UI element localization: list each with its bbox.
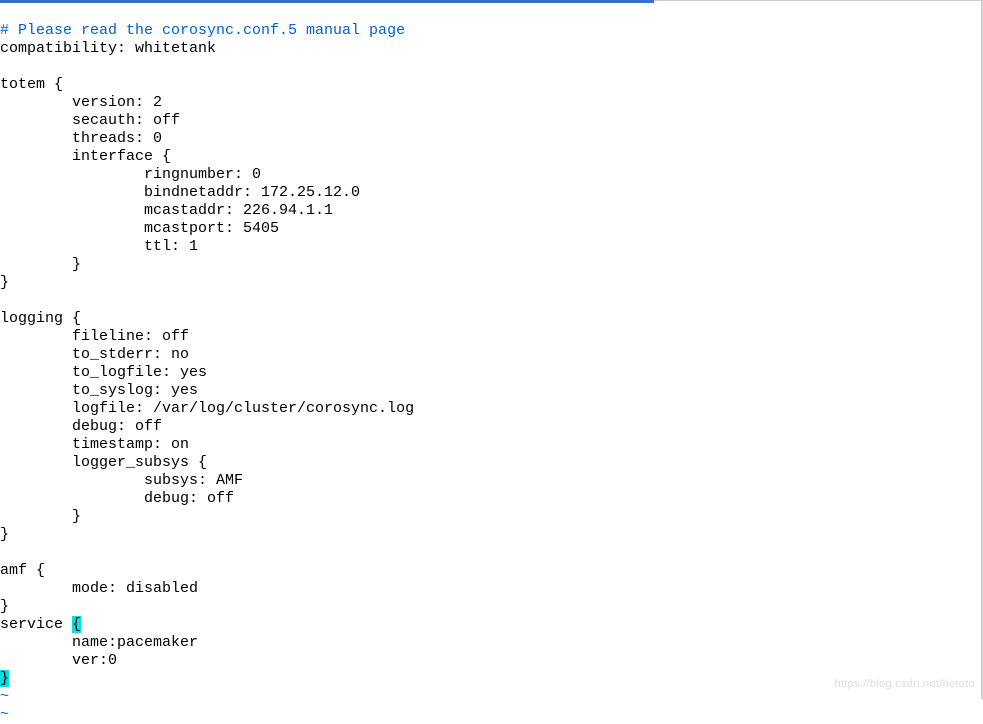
config-line: subsys: AMF: [0, 472, 243, 489]
config-line: }: [0, 508, 81, 525]
config-line: debug: off: [0, 490, 234, 507]
config-line: debug: off: [0, 418, 162, 435]
config-line: compatibility: whitetank: [0, 40, 216, 57]
progress-bar: [0, 0, 654, 3]
config-line: to_stderr: no: [0, 346, 189, 363]
progress-bar-track: [654, 0, 981, 1]
config-line: ringnumber: 0: [0, 166, 261, 183]
service-prefix: service: [0, 616, 72, 633]
config-line: amf {: [0, 562, 45, 579]
highlighted-brace: {: [72, 616, 81, 633]
config-line: }: [0, 256, 81, 273]
config-line: to_logfile: yes: [0, 364, 207, 381]
vim-tilde: ~: [0, 688, 9, 705]
editor-content[interactable]: # Please read the corosync.conf.5 manual…: [0, 0, 983, 724]
config-line: fileline: off: [0, 328, 189, 345]
config-line: ver:0: [0, 652, 117, 669]
comment-line: # Please read the corosync.conf.5 manual…: [0, 22, 405, 39]
config-line: name:pacemaker: [0, 634, 198, 651]
config-line: ttl: 1: [0, 238, 198, 255]
config-line: service {: [0, 616, 81, 633]
config-line: bindnetaddr: 172.25.12.0: [0, 184, 360, 201]
config-line: }: [0, 526, 9, 543]
cursor-position: }: [0, 670, 9, 687]
config-line: secauth: off: [0, 112, 180, 129]
config-line: mode: disabled: [0, 580, 198, 597]
config-line: }: [0, 598, 9, 615]
config-line: timestamp: on: [0, 436, 189, 453]
config-line: }: [0, 274, 9, 291]
config-line: mcastport: 5405: [0, 220, 279, 237]
config-line: mcastaddr: 226.94.1.1: [0, 202, 333, 219]
config-line: logfile: /var/log/cluster/corosync.log: [0, 400, 414, 417]
config-line: version: 2: [0, 94, 162, 111]
config-line: logging {: [0, 310, 81, 327]
config-line: totem {: [0, 76, 63, 93]
config-line: to_syslog: yes: [0, 382, 198, 399]
watermark-text: https://blog.csdn.net/hetoto: [835, 678, 976, 691]
config-line: interface {: [0, 148, 171, 165]
config-line: threads: 0: [0, 130, 162, 147]
config-line: logger_subsys {: [0, 454, 207, 471]
vim-tilde: ~: [0, 706, 9, 723]
